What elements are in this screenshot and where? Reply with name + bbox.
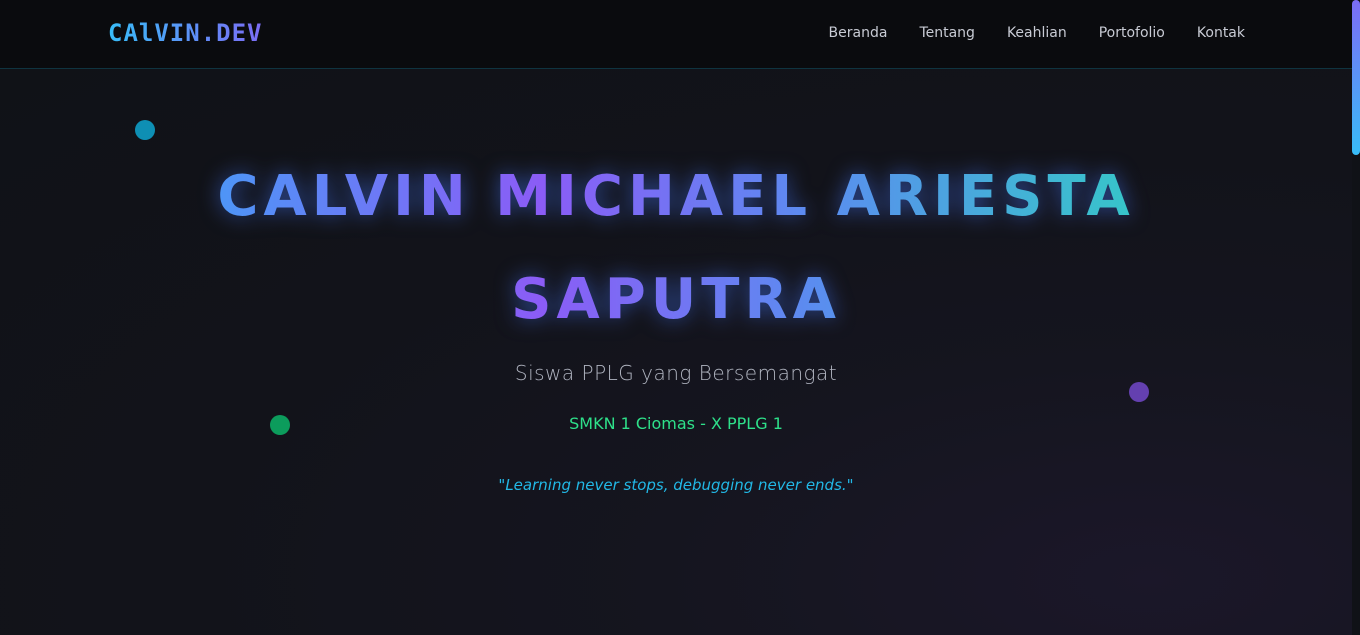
nav-item: Kontak bbox=[1197, 22, 1245, 41]
school-info: SMKN 1 Ciomas - X PPLG 1 bbox=[569, 414, 783, 433]
nav-link-kontak[interactable]: Kontak bbox=[1197, 25, 1245, 41]
nav-link-portofolio[interactable]: Portofolio bbox=[1099, 25, 1165, 41]
navbar: CAlVIN.DEV Beranda Tentang Keahlian Port… bbox=[0, 0, 1352, 69]
nav-link-beranda[interactable]: Beranda bbox=[829, 25, 888, 41]
hero-title-line-2: SAPUTRA bbox=[511, 267, 841, 332]
hero-section: CALVIN MICHAEL ARIESTA SAPUTRA Siswa PPL… bbox=[0, 69, 1352, 635]
page-scrollbar[interactable] bbox=[1352, 0, 1360, 635]
site-logo[interactable]: CAlVIN.DEV bbox=[108, 19, 263, 47]
page: CAlVIN.DEV Beranda Tentang Keahlian Port… bbox=[0, 0, 1360, 635]
scrollbar-thumb[interactable] bbox=[1352, 0, 1360, 155]
floating-dot-cyan bbox=[135, 120, 155, 140]
hero-quote: "Learning never stops, debugging never e… bbox=[498, 476, 854, 494]
nav-menu: Beranda Tentang Keahlian Portofolio Kont… bbox=[829, 22, 1245, 41]
nav-link-keahlian[interactable]: Keahlian bbox=[1007, 25, 1067, 41]
nav-item: Keahlian bbox=[1007, 22, 1067, 41]
nav-link-tentang[interactable]: Tentang bbox=[919, 25, 975, 41]
hero-title: CALVIN MICHAEL ARIESTA SAPUTRA bbox=[0, 145, 1352, 351]
nav-item: Beranda bbox=[829, 22, 888, 41]
floating-dot-purple bbox=[1129, 382, 1149, 402]
hero-title-line-1: CALVIN MICHAEL ARIESTA bbox=[217, 164, 1135, 229]
nav-item: Tentang bbox=[919, 22, 975, 41]
hero-subtitle: Siswa PPLG yang Bersemangat bbox=[514, 361, 838, 385]
nav-item: Portofolio bbox=[1099, 22, 1165, 41]
